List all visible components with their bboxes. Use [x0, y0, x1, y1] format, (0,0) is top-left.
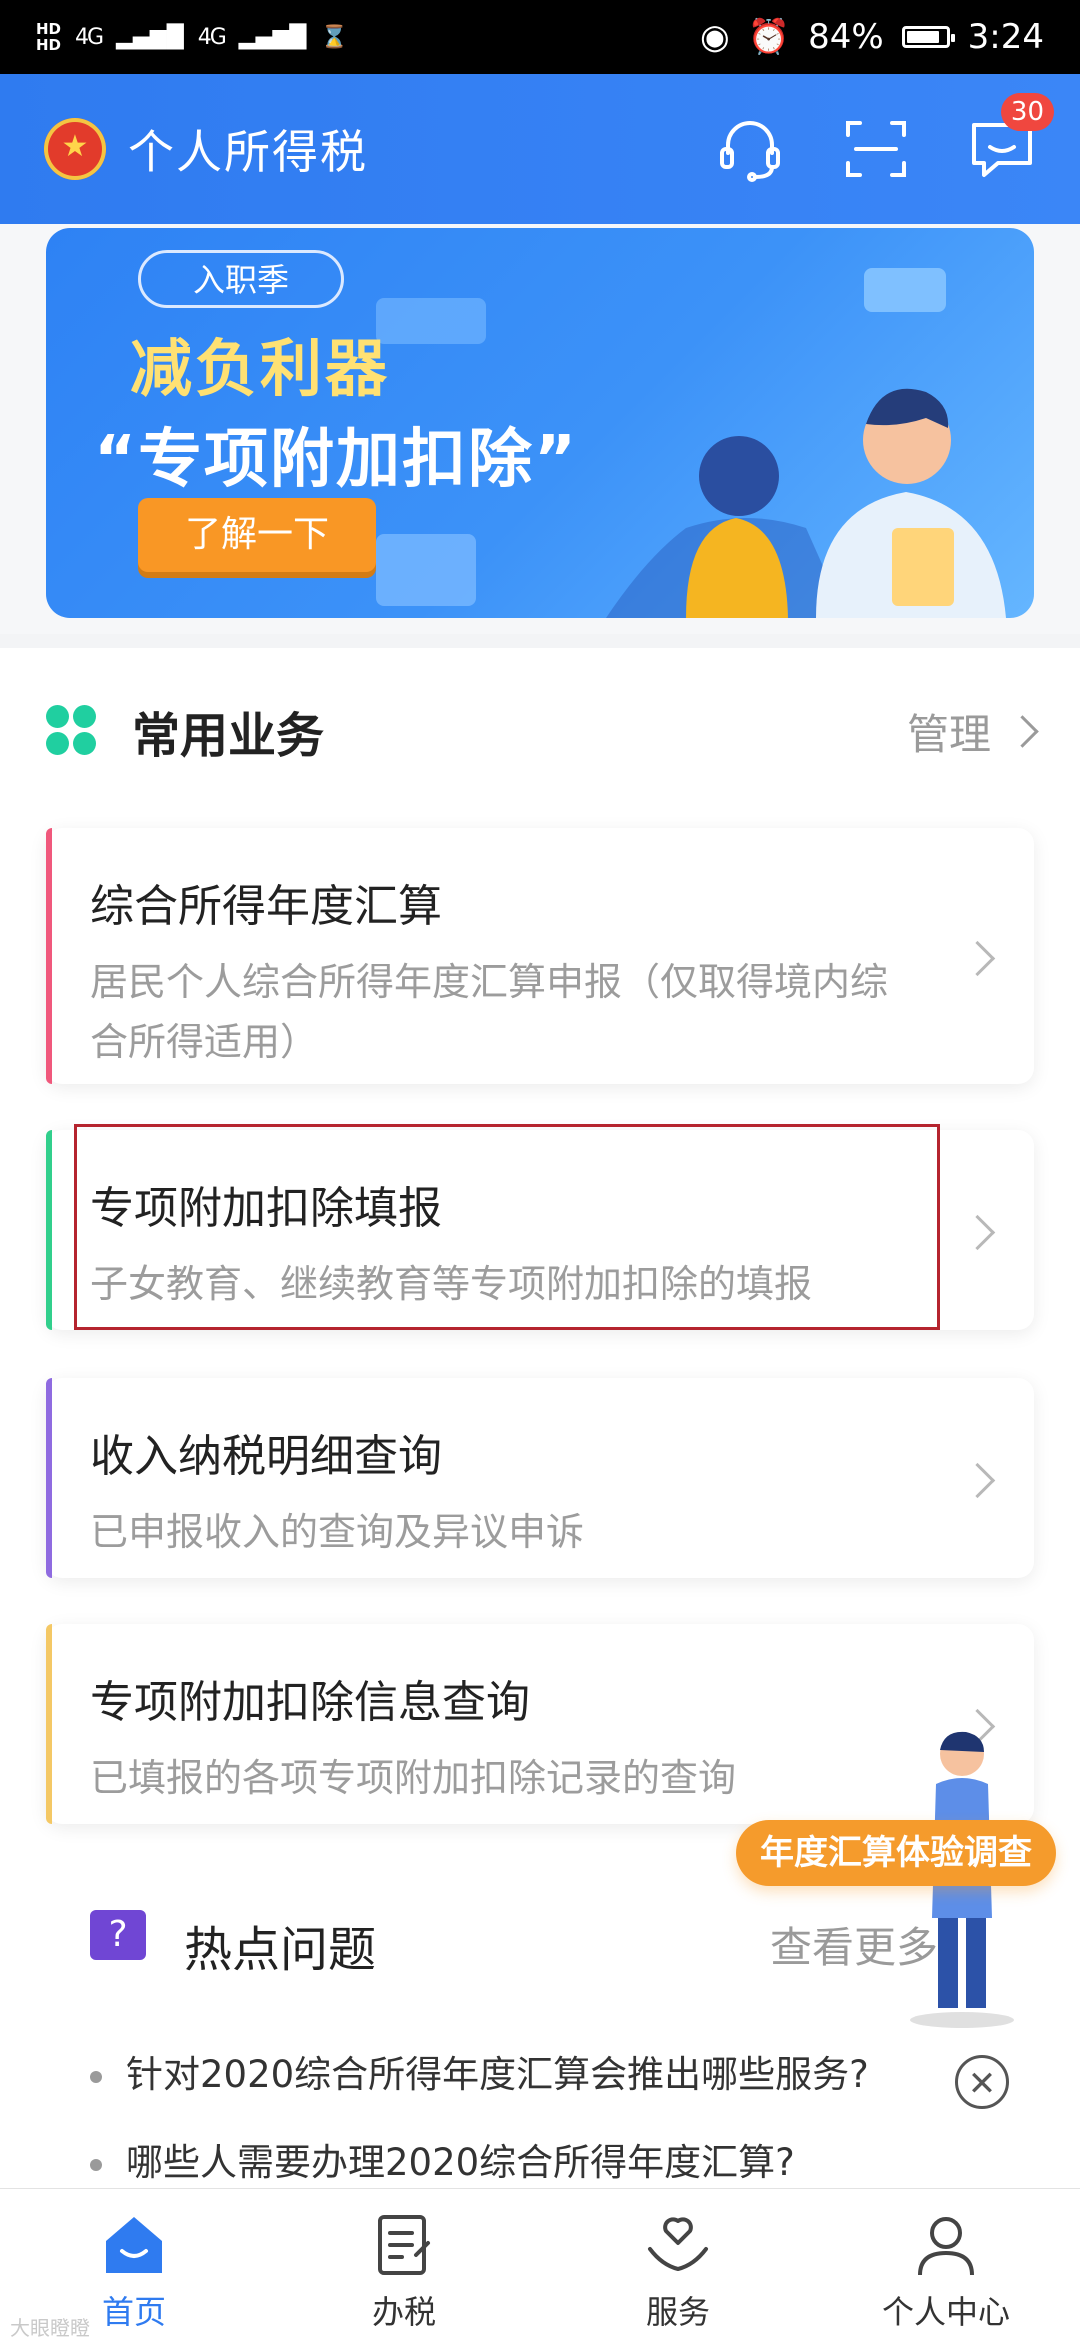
network1-label: 4G — [75, 24, 104, 50]
chevron-right-icon — [1006, 714, 1039, 748]
app-title: 个人所得税 — [128, 125, 368, 179]
bullet-icon — [90, 2158, 102, 2171]
message-icon[interactable]: 30 — [968, 93, 1054, 183]
banner-tag: 入职季 — [138, 250, 344, 308]
battery-icon — [901, 26, 955, 48]
service-card-income-query[interactable]: 收入纳税明细查询 已申报收入的查询及异议申诉 — [46, 1378, 1034, 1578]
tab-service[interactable]: 服务 — [578, 2209, 778, 2333]
signal-icon: ▂▄▆█ — [116, 24, 184, 50]
card-accent-bar — [46, 1378, 52, 1578]
manage-label: 管理 — [906, 709, 991, 759]
service-title: 专项附加扣除信息查询 — [90, 1677, 530, 1728]
close-icon[interactable]: ✕ — [955, 2055, 1009, 2109]
sim2-label: HD — [36, 36, 62, 54]
app-header: 个人所得税 30 — [0, 74, 1080, 224]
status-right: ◉ ⏰ 84% 3:24 — [700, 17, 1044, 57]
tab-label: 服务 — [645, 2293, 710, 2331]
customer-service-icon[interactable] — [716, 115, 784, 183]
question-icon: ? — [90, 1910, 146, 1960]
tab-label: 个人中心 — [881, 2293, 1010, 2331]
banner-title: 减负利器 — [130, 332, 391, 405]
document-edit-icon — [368, 2209, 440, 2281]
service-card-deduction-query[interactable]: 专项附加扣除信息查询 已填报的各项专项附加扣除记录的查询 — [46, 1624, 1034, 1824]
hot-question-text: 针对2020综合所得年度汇算会推出哪些服务? — [126, 2053, 869, 2096]
learn-more-button[interactable]: 了解一下 — [138, 498, 376, 572]
clover-icon — [46, 705, 98, 757]
section-title: 常用业务 — [132, 708, 325, 764]
tab-tax[interactable]: 办税 — [304, 2209, 504, 2333]
header-actions: 30 — [716, 93, 1054, 183]
hot-question-text: 哪些人需要办理2020综合所得年度汇算? — [126, 2141, 795, 2184]
service-desc: 已填报的各项专项附加扣除记录的查询 — [90, 1756, 737, 1800]
status-left: HD HD 4G ▂▄▆█ 4G ▂▄▆█ ⌛ — [36, 21, 348, 53]
alarm-icon: ⏰ — [747, 17, 791, 57]
signal-icon-2: ▂▄▆█ — [238, 24, 307, 50]
hot-question-item[interactable]: 哪些人需要办理2020综合所得年度汇算? — [90, 2132, 795, 2186]
battery-percent: 84% — [808, 17, 884, 57]
battery-level — [906, 31, 939, 43]
banner-subtitle: “专项附加扣除” — [94, 423, 579, 497]
home-icon — [98, 2209, 170, 2281]
service-title: 综合所得年度汇算 — [90, 881, 442, 932]
service-title: 收入纳税明细查询 — [90, 1431, 442, 1482]
clock: 3:24 — [967, 17, 1044, 57]
chevron-right-icon — [959, 1214, 996, 1251]
service-card-annual-settlement[interactable]: 综合所得年度汇算 居民个人综合所得年度汇算申报（仅取得境内综合所得适用） — [46, 828, 1034, 1084]
tab-label: 办税 — [371, 2293, 436, 2331]
card-accent-bar — [46, 1130, 52, 1330]
service-desc: 居民个人综合所得年度汇算申报（仅取得境内综合所得适用） — [90, 960, 889, 1064]
service-desc: 已申报收入的查询及异议申诉 — [90, 1510, 585, 1554]
hourglass-icon: ⌛ — [320, 24, 348, 50]
heart-hand-icon — [642, 2209, 714, 2281]
scan-icon[interactable] — [842, 115, 910, 183]
banner-area: 入职季 减负利器 “专项附加扣除” 了解一下 — [0, 224, 1080, 634]
eye-icon: ◉ — [700, 17, 730, 57]
message-badge: 30 — [1000, 93, 1054, 131]
chevron-right-icon — [959, 1462, 996, 1499]
promo-banner[interactable]: 入职季 减负利器 “专项附加扣除” 了解一下 — [46, 228, 1034, 618]
network2-label: 4G — [197, 24, 227, 50]
hot-question-item[interactable]: 针对2020综合所得年度汇算会推出哪些服务? — [90, 2044, 869, 2098]
chevron-right-icon — [959, 940, 996, 977]
card-accent-bar — [46, 828, 52, 1084]
bullet-icon — [90, 2070, 102, 2083]
sim-indicator: HD HD — [36, 21, 61, 53]
highlight-box — [74, 1124, 940, 1330]
survey-button[interactable]: 年度汇算体验调查 — [736, 1820, 1056, 1886]
sim1-label: HD — [36, 20, 62, 38]
bottom-tab-bar: 首页 办税 服务 个人中心 — [0, 2188, 1080, 2341]
common-services-header: 常用业务 管理 — [46, 686, 1039, 776]
card-accent-bar — [46, 1624, 52, 1824]
manage-link[interactable]: 管理 — [906, 701, 1039, 762]
tab-personal-center[interactable]: 个人中心 — [846, 2209, 1046, 2333]
person-icon — [910, 2209, 982, 2281]
status-bar: HD HD 4G ▂▄▆█ 4G ▂▄▆█ ⌛ ◉ ⏰ 84% 3:24 — [0, 0, 1080, 74]
watermark: 大眼瞪瞪 — [10, 2316, 90, 2340]
tax-emblem-logo — [44, 118, 106, 180]
hot-title: 热点问题 — [184, 1922, 377, 1978]
